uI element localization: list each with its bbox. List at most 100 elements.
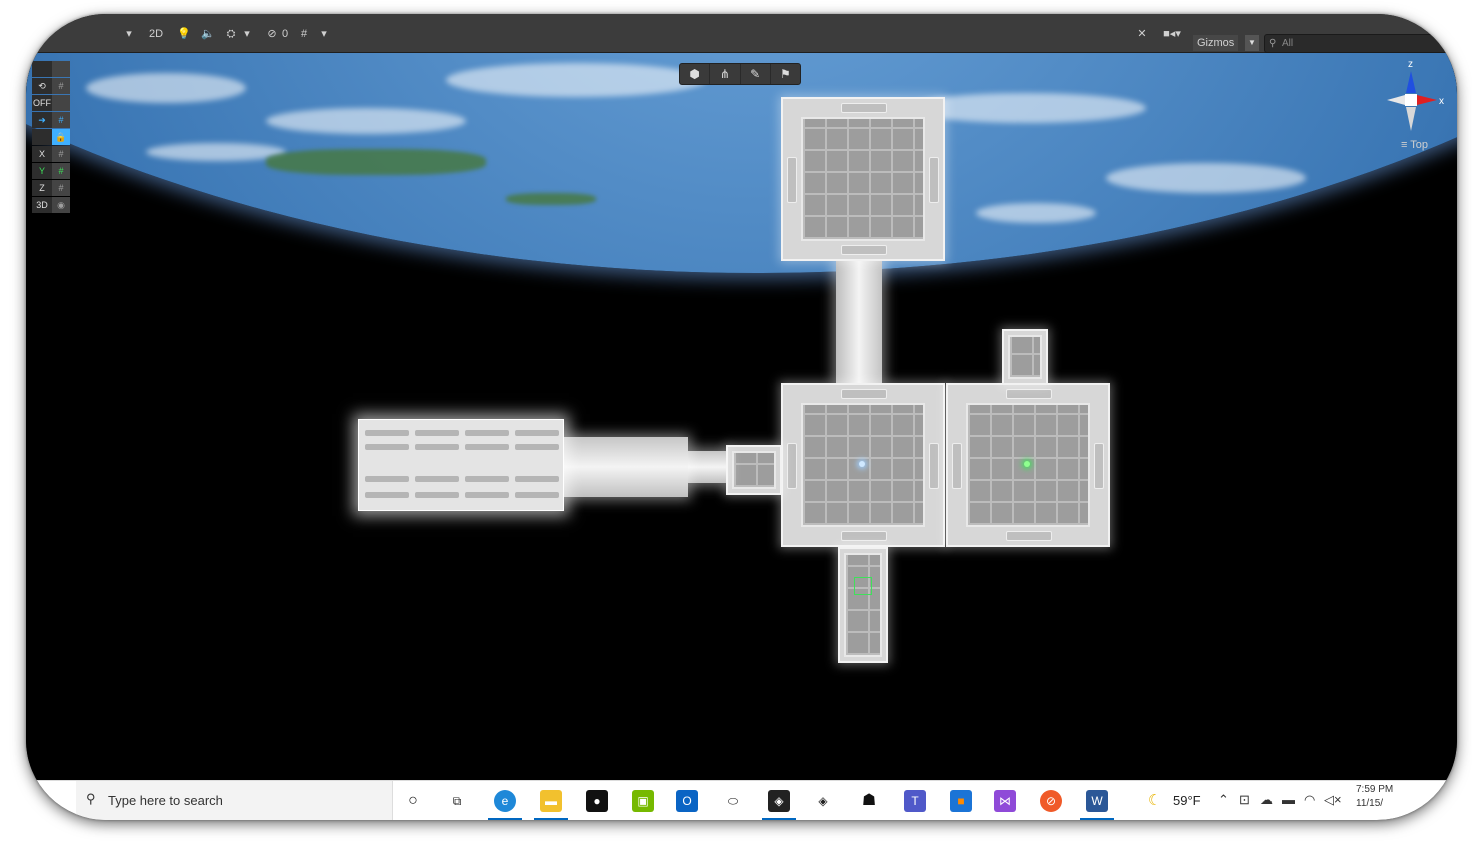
task-view-icon[interactable]: ⧉ (446, 790, 468, 812)
snap-row[interactable]: ⟲ # (32, 78, 72, 94)
cube-icon[interactable]: ⬢ (680, 64, 711, 84)
teams-icon[interactable]: T (904, 790, 926, 812)
light-probe-icon[interactable] (859, 461, 865, 467)
app-orange-icon[interactable]: ■ (950, 790, 972, 812)
horizontal-corridor[interactable] (564, 437, 688, 497)
taskbar-search-placeholder: Type here to search (108, 793, 223, 808)
audio-icon[interactable]: 🔈 (200, 25, 216, 43)
light-probe-icon[interactable] (1024, 461, 1030, 467)
snap-row-label: Z (32, 180, 52, 196)
word-icon[interactable]: W (1080, 790, 1114, 820)
snap-row-label: ⟲ (32, 78, 52, 94)
neg-z-axis-cone[interactable] (1406, 107, 1416, 131)
slat (465, 476, 509, 482)
nvidia-icon[interactable]: ▣ (632, 790, 654, 812)
taskbar-search-box[interactable]: ⚲ Type here to search (76, 781, 393, 820)
slat (465, 444, 509, 450)
cloud (266, 108, 466, 134)
cloud (146, 143, 286, 161)
x-axis-cone[interactable] (1417, 95, 1437, 105)
file-explorer-icon[interactable]: ▬ (534, 790, 568, 820)
battery-icon[interactable]: ▬ (1282, 792, 1295, 807)
unity-icon[interactable]: ◈ (762, 790, 796, 820)
cargo-module[interactable] (358, 419, 564, 511)
meet-now-icon[interactable]: ⊡ (1239, 792, 1250, 808)
chevron-up-icon[interactable]: ⌃ (1218, 792, 1229, 808)
snap-row-label: Y (32, 163, 52, 179)
collider-box-icon[interactable] (854, 577, 872, 595)
module-floor-grid (844, 553, 882, 657)
neg-x-axis-cone[interactable] (1387, 95, 1405, 105)
snap-row[interactable]: Y # (32, 163, 72, 179)
hatch (1006, 531, 1052, 541)
slat (515, 430, 559, 436)
app-red-icon[interactable]: ⊘ (1040, 790, 1062, 812)
effects-dropdown-arrow[interactable]: ▾ (241, 25, 253, 43)
module-right-top-small[interactable] (1002, 329, 1048, 385)
edge-icon[interactable]: e (488, 790, 522, 820)
unity-hub-icon[interactable]: ◈ (812, 790, 834, 812)
camera-icon[interactable]: ■◂▾ (1160, 25, 1184, 43)
hatch (841, 531, 887, 541)
snap-row-label: 3D (32, 197, 52, 213)
connector-tube[interactable] (688, 451, 726, 483)
outlook-icon[interactable]: O (676, 790, 698, 812)
snap-row[interactable]: Z # (32, 180, 72, 196)
grid-dropdown-arrow[interactable]: ▾ (318, 25, 330, 43)
gizmos-button[interactable]: Gizmos (1193, 35, 1239, 51)
hatch (1094, 443, 1104, 489)
overlay-tool-palette: ⬢ ⋔ ✎ ⚑ (679, 63, 801, 85)
search-icon: ⚲ (86, 791, 96, 806)
draw-mode-dropdown-arrow[interactable]: ▾ (122, 25, 136, 43)
slat (515, 476, 559, 482)
onedrive-icon[interactable]: ☁ (1260, 792, 1273, 808)
taskbar-clock[interactable]: 7:59 PM 11/15/ (1356, 783, 1393, 811)
weather-moon-icon[interactable]: ☾ (1148, 791, 1161, 809)
slat (515, 492, 559, 498)
module-bottom[interactable] (838, 547, 888, 663)
grid-toggle-icon[interactable]: # (296, 25, 312, 43)
view-mode-label[interactable]: ≡ Top (1401, 139, 1428, 151)
snap-row-label: ➜ (32, 112, 52, 128)
weather-temperature[interactable]: 59°F (1173, 793, 1201, 808)
snap-row[interactable] (32, 61, 72, 77)
app-dark-icon[interactable]: ● (586, 790, 608, 812)
snap-row[interactable]: X # (32, 146, 72, 162)
snap-row-label (32, 61, 52, 77)
visual-studio-icon[interactable]: ⋈ (994, 790, 1016, 812)
cortana-icon[interactable]: ○ (402, 790, 424, 812)
snap-row[interactable]: OFF (32, 95, 72, 111)
hatch (929, 443, 939, 489)
scene-viewport[interactable]: ⬢ ⋔ ✎ ⚑ ⟲# OFF ➜# 🔒 X# Y# Z# 3D◉ z (26, 53, 1457, 781)
snap-row-value: # (52, 180, 70, 196)
alienware-icon[interactable]: ☗ (858, 790, 880, 812)
module-top[interactable] (781, 97, 945, 261)
volume-icon[interactable]: ◁× (1324, 792, 1342, 808)
snap-row[interactable]: ➜ # (32, 112, 72, 128)
center-cube[interactable] (1405, 94, 1417, 106)
module-connector[interactable] (726, 445, 782, 495)
vertical-corridor[interactable] (836, 259, 882, 383)
tools-icon[interactable]: ✕ (1134, 25, 1150, 43)
effects-icon[interactable]: ⛭ (223, 25, 239, 43)
snap-row-value: # (52, 146, 70, 162)
toggle-2d-button[interactable]: 2D (146, 25, 166, 43)
module-right[interactable] (946, 383, 1110, 547)
cloud (86, 73, 246, 103)
nodes-icon[interactable]: ⋔ (710, 64, 741, 84)
hidden-objects-icon[interactable]: ⊘ (264, 25, 280, 43)
module-center[interactable] (781, 383, 945, 547)
view-mode-text: Top (1410, 139, 1429, 151)
z-axis-cone[interactable] (1406, 71, 1416, 93)
oculus-icon[interactable]: ⬭ (722, 790, 744, 812)
pen-icon[interactable]: ✎ (741, 64, 771, 84)
snap-row[interactable]: 3D ◉ (32, 197, 72, 213)
search-input[interactable]: ⚲ All (1264, 34, 1457, 53)
wifi-icon[interactable]: ◠ (1304, 792, 1315, 808)
gizmos-dropdown-arrow[interactable]: ▼ (1245, 35, 1259, 51)
slat (365, 430, 409, 436)
hatch (841, 389, 887, 399)
flag-icon[interactable]: ⚑ (771, 64, 800, 84)
lighting-icon[interactable]: 💡 (176, 25, 192, 43)
snap-row[interactable]: 🔒 (32, 129, 72, 145)
